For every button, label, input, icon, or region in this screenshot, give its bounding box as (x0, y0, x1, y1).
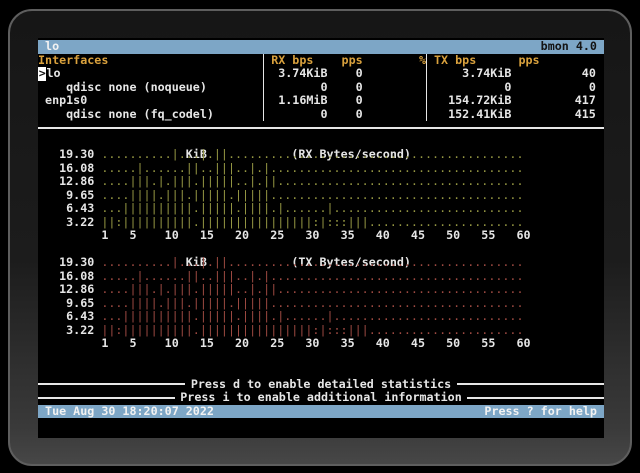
rx-bps-value: 1.16MiB (264, 94, 327, 108)
spacer (38, 364, 604, 378)
rx-series-row: ..........|...|.||......................… (94, 148, 523, 162)
rx-bps-value: 3.74KiB (264, 67, 327, 81)
rx-ytick: 19.30 (38, 148, 94, 162)
rx-ytick: 12.86 (38, 175, 94, 189)
rx-series-row: ....|||.|.|||.|||||..|.||...............… (94, 175, 523, 189)
tx-bps-value: 0 (427, 81, 511, 95)
tx-pps-value: 0 (511, 81, 595, 95)
qdisc-name: qdisc none (noqueue) (38, 81, 263, 95)
rx-graph: KiB(RX Bytes/second) 19.30..........|...… (38, 135, 604, 243)
status-bar: Tue Aug 30 18:20:07 2022 Press ? for hel… (38, 405, 604, 419)
interface-name: enp1s0 (38, 94, 263, 108)
percent-value (363, 108, 426, 122)
qdisc-row-noqueue[interactable]: qdisc none (noqueue) 0 0 0 0 (38, 81, 604, 95)
hint-text: Press d to enable detailed statistics (185, 378, 457, 392)
terminal-window: lo bmon 4.0 Interfaces RX bps pps % TX b… (8, 9, 632, 466)
rule-left (38, 383, 185, 385)
qdisc-row-fq-codel[interactable]: qdisc none (fq_codel) 0 0 152.41KiB 415 (38, 108, 604, 122)
rx-pps-value: 0 (327, 108, 362, 122)
col-header-rx-pps: pps (327, 54, 362, 68)
tx-ytick: 19.30 (38, 256, 94, 270)
interface-name: >lo (38, 67, 263, 81)
col-header-tx-pps: pps (511, 54, 595, 68)
tx-graph: KiB(TX Bytes/second) 19.30..........|...… (38, 243, 604, 351)
tx-ytick: 3.22 (38, 324, 94, 338)
section-divider (38, 121, 604, 135)
col-header-interfaces: Interfaces (38, 54, 263, 68)
rx-series-row: ....||||.|||.|||||.|||||................… (94, 189, 523, 203)
hint-detailed-statistics: Press d to enable detailed statistics (38, 378, 604, 392)
tx-series-row: ....|||.|.|||.|||||..|.||...............… (94, 283, 523, 297)
terminal-screen: lo bmon 4.0 Interfaces RX bps pps % TX b… (38, 38, 604, 438)
interface-row-enp1s0[interactable]: enp1s0 1.16MiB 0 154.72KiB 417 (38, 94, 604, 108)
rx-bps-value: 0 (264, 108, 327, 122)
rx-series-row: ||:||||||||||.||||||||||||||||:|:::|||..… (94, 216, 523, 230)
rx-series-row: .....|......||..|||..|.|................… (94, 162, 523, 176)
percent-value (363, 81, 426, 95)
rule-right (457, 383, 604, 385)
percent-value (363, 67, 426, 81)
rx-bps-value: 0 (264, 81, 327, 95)
tx-bps-value: 152.41KiB (427, 108, 511, 122)
percent-value (363, 94, 426, 108)
rule-right (467, 397, 604, 399)
tx-series-row: .....|......||..|||..|.|................… (94, 270, 523, 284)
tx-ytick: 6.43 (38, 310, 94, 324)
rx-series-row: ...||||||||||.|||||.||||.|......|.......… (94, 202, 523, 216)
app-version: bmon 4.0 (541, 40, 597, 54)
selected-interface-title: lo (45, 40, 59, 54)
tx-pps-value: 415 (511, 108, 595, 122)
tx-graph-title-row: KiB(TX Bytes/second) (38, 243, 604, 257)
tx-ytick: 16.08 (38, 270, 94, 284)
rx-graph-title-row: KiB(RX Bytes/second) (38, 135, 604, 149)
clock: Tue Aug 30 18:20:07 2022 (45, 405, 214, 419)
tx-bps-value: 3.74KiB (427, 67, 511, 81)
rx-pps-value: 0 (327, 67, 362, 81)
tx-x-axis: 1 5 10 15 20 25 30 35 40 45 50 55 60 (38, 337, 604, 351)
hint-additional-information: Press i to enable additional information (38, 391, 604, 405)
tx-ytick: 9.65 (38, 297, 94, 311)
tx-series-row: ....||||.|||.|||||.|||||................… (94, 297, 523, 311)
qdisc-name: qdisc none (fq_codel) (38, 108, 263, 122)
tx-ytick: 12.86 (38, 283, 94, 297)
tx-bps-value: 154.72KiB (427, 94, 511, 108)
col-header-tx-bps: TX bps (427, 54, 511, 68)
rx-pps-value: 0 (327, 94, 362, 108)
tx-series-row: ...||||||||||.|||||.||||.|......|.......… (94, 310, 523, 324)
rx-ytick: 9.65 (38, 189, 94, 203)
tx-pps-value: 40 (511, 67, 595, 81)
col-header-percent: % (363, 54, 426, 68)
rx-ytick: 6.43 (38, 202, 94, 216)
rx-x-axis: 1 5 10 15 20 25 30 35 40 45 50 55 60 (38, 229, 604, 243)
help-hint: Press ? for help (484, 405, 597, 419)
title-bar: lo bmon 4.0 (38, 40, 604, 54)
col-header-rx-bps: RX bps (264, 54, 327, 68)
rx-ytick: 3.22 (38, 216, 94, 230)
tx-series-row: ..........|...|.||......................… (94, 256, 523, 270)
tx-series-row: ||:||||||||||.||||||||||||||||:|:::|||..… (94, 324, 523, 338)
spacer (38, 351, 604, 365)
rx-pps-value: 0 (327, 81, 362, 95)
rx-ytick: 16.08 (38, 162, 94, 176)
interface-row-lo[interactable]: >lo 3.74KiB 0 3.74KiB 40 (38, 67, 604, 81)
rule-left (38, 397, 175, 399)
tx-pps-value: 417 (511, 94, 595, 108)
hint-text: Press i to enable additional information (175, 391, 468, 405)
interfaces-header: Interfaces RX bps pps % TX bps pps (38, 54, 604, 68)
